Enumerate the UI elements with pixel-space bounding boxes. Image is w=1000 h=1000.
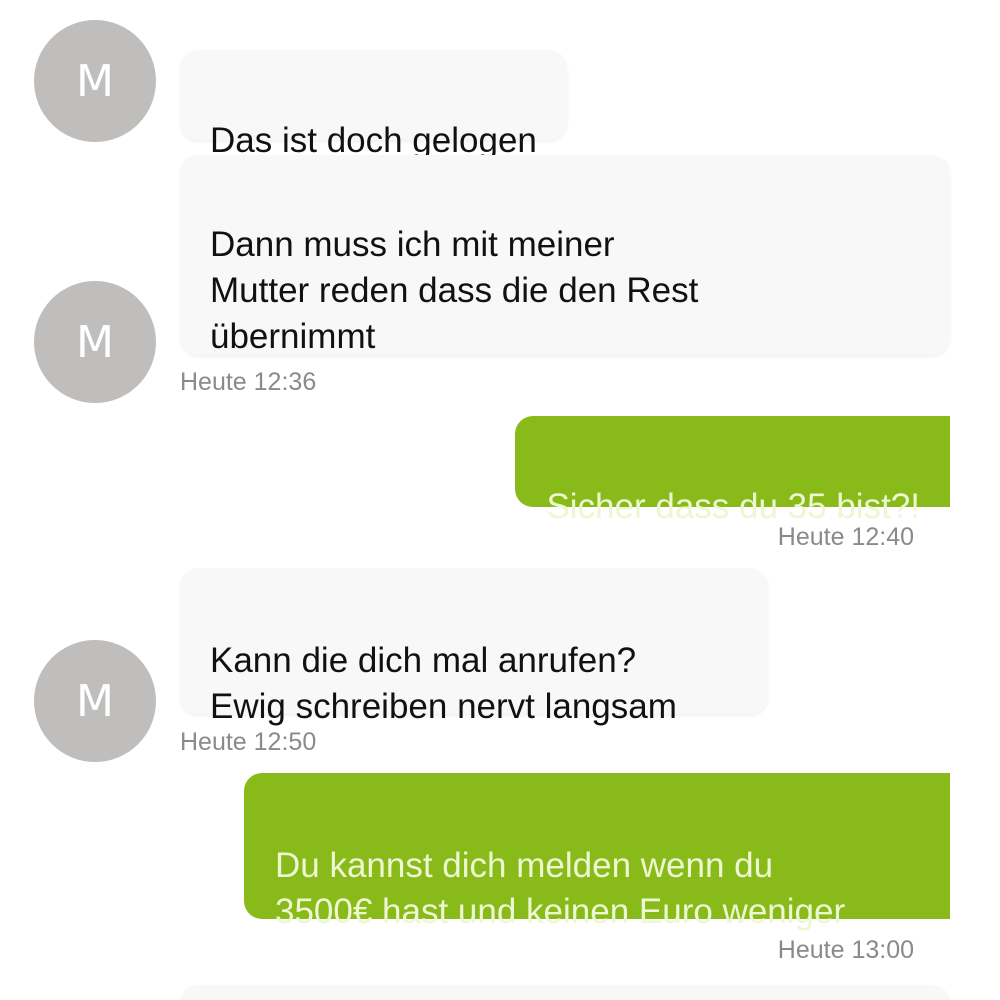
message-timestamp: Heute 12:40: [777, 523, 914, 551]
message-bubble-incoming[interactable]: Das ist doch gelogen: [180, 50, 567, 160]
avatar-initial: M: [76, 316, 114, 368]
message-bubble-incoming[interactable]: Kann die dich mal anrufen? Ewig schreibe…: [180, 568, 768, 726]
message-timestamp: Heute 12:50: [180, 728, 317, 756]
message-text: Kann die dich mal anrufen? Ewig schreibe…: [210, 641, 677, 726]
message-timestamp: Heute 12:36: [180, 368, 317, 396]
message-bubble-incoming[interactable]: Dann muss ich mit meiner Mutter reden da…: [180, 155, 950, 356]
avatar-initial: M: [76, 675, 114, 727]
message-text: Sicher dass du 35 bist?!: [546, 487, 920, 526]
message-text: Dann muss ich mit meiner Mutter reden da…: [210, 225, 699, 356]
contact-avatar[interactable]: M: [34, 20, 156, 142]
message-timestamp: Heute 13:00: [777, 936, 914, 964]
contact-avatar[interactable]: M: [34, 281, 156, 403]
message-bubble-outgoing[interactable]: Sicher dass du 35 bist?!: [515, 416, 950, 526]
avatar-initial: M: [76, 55, 114, 107]
message-text: Du kannst dich melden wenn du 3500€ hast…: [275, 846, 846, 931]
message-bubble-incoming-partial[interactable]: [180, 985, 950, 1000]
message-bubble-outgoing[interactable]: Du kannst dich melden wenn du 3500€ hast…: [244, 773, 950, 931]
contact-avatar[interactable]: M: [34, 640, 156, 762]
chat-thread[interactable]: M Das ist doch gelogen Dann muss ich mit…: [0, 0, 1000, 1000]
